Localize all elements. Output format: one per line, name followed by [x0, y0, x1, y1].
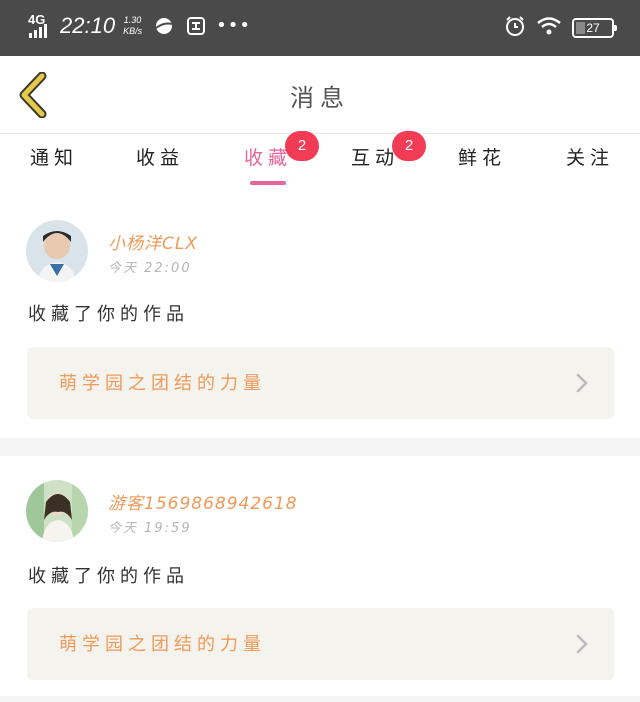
tab-label: 关注: [565, 147, 614, 169]
tab-label: 鲜花: [457, 147, 506, 169]
message-card: 小杨洋CLX 今天 22:00 收藏了你的作品 萌学园之团结的力量: [0, 196, 640, 438]
status-right: 27: [504, 15, 617, 41]
alarm-icon: [504, 15, 526, 41]
card-separator: [0, 696, 640, 702]
tab-favorites[interactable]: 收藏 2: [218, 131, 319, 170]
speed-value: 1.30: [123, 15, 142, 25]
status-left: 4G 22:10 1.30 KB/s •••: [28, 12, 251, 39]
speed-unit: KB/s: [123, 26, 143, 36]
card-separator: [0, 438, 640, 456]
battery-icon: 27: [572, 18, 617, 38]
username[interactable]: 小杨洋CLX: [108, 229, 198, 254]
message-action: 收藏了你的作品: [28, 304, 189, 325]
avatar[interactable]: [26, 480, 88, 542]
tab-interactions[interactable]: 互动 2: [325, 131, 426, 170]
page-title: 消息: [290, 84, 350, 112]
work-title: 萌学园之团结的力量: [59, 634, 266, 655]
signal-icon: 4G: [28, 12, 54, 39]
more-dots-icon: •••: [216, 15, 251, 36]
username[interactable]: 游客1569868942618: [108, 489, 298, 514]
tab-following[interactable]: 关注: [540, 143, 640, 170]
work-link[interactable]: 萌学园之团结的力量: [27, 347, 614, 419]
tab-flowers[interactable]: 鲜花: [432, 143, 532, 170]
message-time: 今天 19:59: [108, 521, 192, 536]
message-card: 游客1569868942618 今天 19:59 收藏了你的作品 萌学园之团结的…: [0, 456, 640, 696]
tab-earnings[interactable]: 收益: [110, 143, 210, 170]
tab-label: 通知: [29, 147, 78, 169]
avatar[interactable]: [26, 220, 88, 282]
tab-label: 收益: [135, 147, 184, 169]
work-title: 萌学园之团结的力量: [59, 373, 266, 394]
status-time: 22:10: [60, 13, 116, 38]
tab-badge: 2: [285, 131, 319, 161]
app-icon: [186, 16, 206, 36]
message-time: 今天 22:00: [108, 261, 192, 276]
battery-level: 27: [586, 21, 600, 35]
active-tab-indicator: [250, 181, 286, 185]
chevron-right-icon: [576, 373, 588, 393]
work-link[interactable]: 萌学园之团结的力量: [27, 608, 614, 680]
tab-bar: 通知 收益 收藏 2 互动 2 鲜花 关注: [0, 131, 640, 195]
message-action: 收藏了你的作品: [28, 566, 189, 587]
browser-icon: [154, 16, 174, 36]
tab-notifications[interactable]: 通知: [4, 143, 104, 170]
status-bar: 4G 22:10 1.30 KB/s ••• 27: [0, 0, 640, 56]
chevron-right-icon: [576, 634, 588, 654]
tab-badge: 2: [392, 131, 426, 161]
wifi-icon: [536, 16, 562, 40]
network-speed: 1.30 KB/s: [123, 15, 142, 37]
header: 消息: [0, 56, 640, 134]
